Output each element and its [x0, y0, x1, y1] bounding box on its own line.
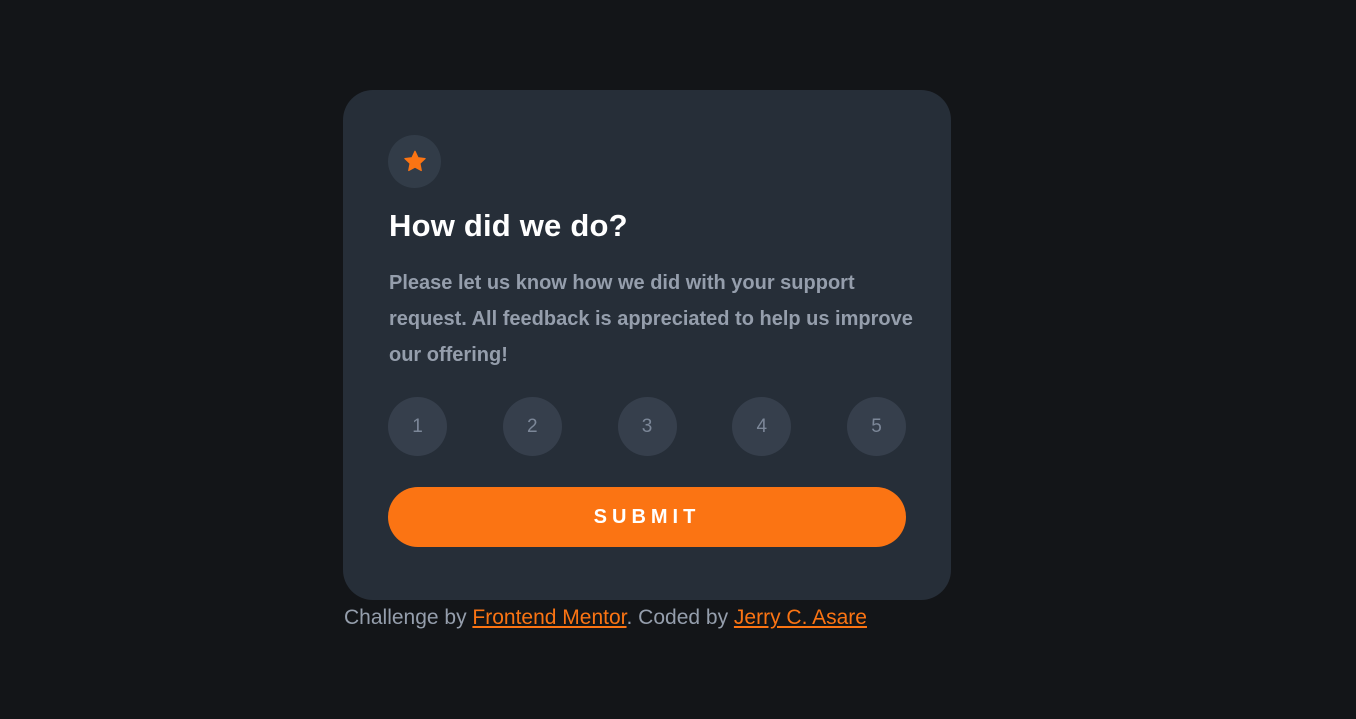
star-badge: [388, 135, 441, 188]
rating-card: How did we do? Please let us know how we…: [343, 90, 951, 600]
star-icon: [403, 150, 426, 172]
rating-button-1[interactable]: 1: [388, 397, 447, 456]
author-link[interactable]: Jerry C. Asare: [734, 606, 867, 629]
rating-options: 1 2 3 4 5: [388, 397, 906, 456]
attribution-prefix: Challenge by: [344, 606, 473, 629]
rating-button-2[interactable]: 2: [502, 397, 562, 456]
submit-button[interactable]: SUBMIT: [388, 487, 906, 547]
page-title: How did we do?: [389, 208, 628, 243]
rating-button-3[interactable]: 3: [617, 397, 677, 456]
rating-button-4[interactable]: 4: [732, 397, 792, 456]
frontend-mentor-link[interactable]: Frontend Mentor: [472, 606, 626, 629]
rating-button-5[interactable]: 5: [847, 397, 906, 456]
attribution-middle: . Coded by: [626, 606, 734, 629]
attribution: Challenge by Frontend Mentor. Coded by J…: [344, 606, 867, 630]
description-text: Please let us know how we did with your …: [389, 272, 913, 366]
